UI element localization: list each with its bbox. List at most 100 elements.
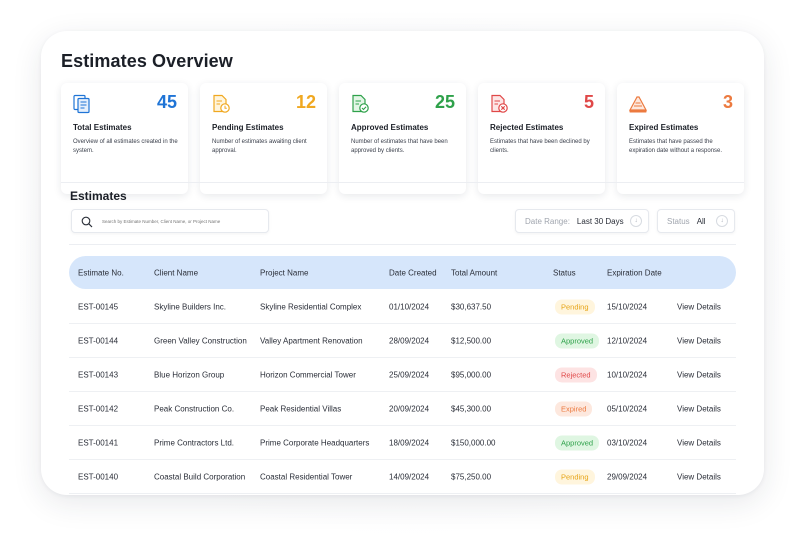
view-details-link[interactable]: View Details [677, 438, 721, 447]
date-range-filter[interactable]: Date Range: Last 30 Days ↓ [515, 209, 649, 233]
column-header[interactable]: Client Name [154, 268, 198, 277]
table-header: Estimate No. Client Name Project Name Da… [69, 256, 736, 289]
stat-label: Expired Estimates [629, 123, 699, 132]
check-document-icon [352, 94, 369, 113]
table-row[interactable]: EST-00145 Skyline Builders Inc. Skyline Re… [69, 290, 736, 324]
estimate-number: EST-00144 [78, 336, 119, 345]
view-details-link[interactable]: View Details [677, 472, 721, 481]
expiration-date: 15/10/2024 [607, 302, 648, 311]
status-badge: Rejected [555, 367, 597, 382]
client-name: Skyline Builders Inc. [154, 302, 227, 311]
search-icon [81, 216, 93, 228]
expiration-date: 03/10/2024 [607, 438, 648, 447]
expiration-date: 10/10/2024 [607, 370, 648, 379]
column-header[interactable]: Date Created [389, 268, 437, 277]
view-details-link[interactable]: View Details [677, 302, 721, 311]
stat-description: Estimates that have been declined by cli… [490, 139, 590, 154]
stat-label: Approved Estimates [351, 123, 429, 132]
project-name: Skyline Residential Complex [260, 302, 362, 311]
stat-card-total[interactable]: 45 Total Estimates Overview of all estim… [61, 83, 188, 194]
estimates-panel: Estimates Overview 45 Total Estimates Ov… [41, 31, 764, 495]
project-name: Prime Corporate Headquarters [260, 438, 370, 447]
chevron-down-icon: ↓ [630, 215, 642, 227]
document-stack-icon [73, 94, 90, 114]
status-badge: Expired [555, 401, 593, 416]
project-name: Horizon Commercial Tower [260, 370, 356, 379]
expired-document-icon [628, 96, 648, 113]
status-filter-value: All [696, 216, 706, 226]
stat-count: 45 [156, 92, 177, 112]
page-title: Estimates Overview [61, 51, 233, 71]
stat-card-expired[interactable]: 3 Expired Estimates Estimates that have … [617, 83, 744, 194]
client-name: Blue Horizon Group [154, 370, 225, 379]
total-amount: $12,500.00 [451, 336, 492, 345]
search-box[interactable] [71, 209, 269, 233]
divider [69, 244, 736, 245]
date-range-label: Date Range: [525, 216, 570, 226]
table-row[interactable]: EST-00143 Blue Horizon Group Horizon Comme… [69, 358, 736, 392]
chevron-down-icon: ↓ [716, 215, 728, 227]
client-name: Peak Construction Co. [154, 404, 235, 413]
column-header[interactable]: Project Name [260, 268, 308, 277]
estimate-number: EST-00141 [78, 438, 119, 447]
total-amount: $150,000.00 [451, 438, 496, 447]
expiration-date: 29/09/2024 [607, 472, 648, 481]
column-header[interactable]: Status [553, 268, 576, 277]
status-filter-label: Status [667, 216, 690, 226]
table-row[interactable]: EST-00141 Prime Contractors Ltd. Prime Cor… [69, 426, 736, 460]
status-badge: Approved [555, 333, 600, 348]
expiration-date: 12/10/2024 [607, 336, 648, 345]
status-badge: Approved [555, 435, 600, 450]
table-row[interactable]: EST-00144 Green Valley Construction Valley… [69, 324, 736, 358]
status-badge: Pending [555, 299, 595, 314]
estimate-number: EST-00145 [78, 302, 119, 311]
client-name: Coastal Build Corporation [154, 472, 246, 481]
column-header[interactable]: Total Amount [451, 268, 497, 277]
search-input[interactable] [102, 215, 262, 228]
table-row[interactable]: EST-00140 Coastal Build Corporation Coasta… [69, 460, 736, 494]
stat-label: Rejected Estimates [490, 123, 564, 132]
column-header[interactable]: Estimate No. [78, 268, 124, 277]
stat-description: Number of estimates awaiting client appr… [212, 139, 307, 154]
clock-document-icon [213, 94, 230, 113]
date-created: 25/09/2024 [389, 370, 430, 379]
client-name: Prime Contractors Ltd. [154, 438, 235, 447]
expiration-date: 05/10/2024 [607, 404, 648, 413]
project-name: Coastal Residential Tower [260, 472, 353, 481]
date-created: 14/09/2024 [389, 472, 430, 481]
section-title: Estimates [70, 189, 127, 203]
project-name: Valley Apartment Renovation [260, 336, 363, 345]
total-amount: $45,300.00 [451, 404, 492, 413]
stat-card-rejected[interactable]: 5 Rejected Estimates Estimates that have… [478, 83, 605, 194]
stat-card-pending[interactable]: 12 Pending Estimates Number of estimates… [200, 83, 327, 194]
stat-cards: 45 Total Estimates Overview of all estim… [61, 83, 764, 195]
project-name: Peak Residential Villas [260, 404, 342, 413]
total-amount: $30,637.50 [451, 302, 492, 311]
client-name: Green Valley Construction [154, 336, 247, 345]
status-badge: Pending [555, 469, 595, 484]
stat-label: Pending Estimates [212, 123, 284, 132]
status-filter[interactable]: Status All ↓ [657, 209, 735, 233]
stat-count: 5 [583, 92, 594, 112]
view-details-link[interactable]: View Details [677, 336, 721, 345]
stat-count: 25 [434, 92, 455, 112]
column-header[interactable]: Expiration Date [607, 268, 662, 277]
view-details-link[interactable]: View Details [677, 370, 721, 379]
divider [61, 182, 744, 183]
stat-card-approved[interactable]: 25 Approved Estimates Number of estimate… [339, 83, 466, 194]
stat-description: Number of estimates that have been appro… [351, 139, 448, 154]
date-created: 28/09/2024 [389, 336, 430, 345]
stat-count: 3 [722, 92, 733, 112]
stat-label: Total Estimates [73, 123, 132, 132]
stat-description: Overview of all estimates created in the… [73, 139, 178, 154]
date-range-value: Last 30 Days [576, 216, 624, 226]
canvas: Estimates Overview 45 Total Estimates Ov… [0, 0, 805, 545]
table-row[interactable]: EST-00142 Peak Construction Co. Peak Resid… [69, 392, 736, 426]
view-details-link[interactable]: View Details [677, 404, 721, 413]
total-amount: $75,250.00 [451, 472, 492, 481]
estimate-number: EST-00142 [78, 404, 119, 413]
estimate-number: EST-00143 [78, 370, 119, 379]
estimate-number: EST-00140 [78, 472, 119, 481]
total-amount: $95,000.00 [451, 370, 492, 379]
stat-description: Estimates that have passed the expiratio… [629, 139, 723, 154]
